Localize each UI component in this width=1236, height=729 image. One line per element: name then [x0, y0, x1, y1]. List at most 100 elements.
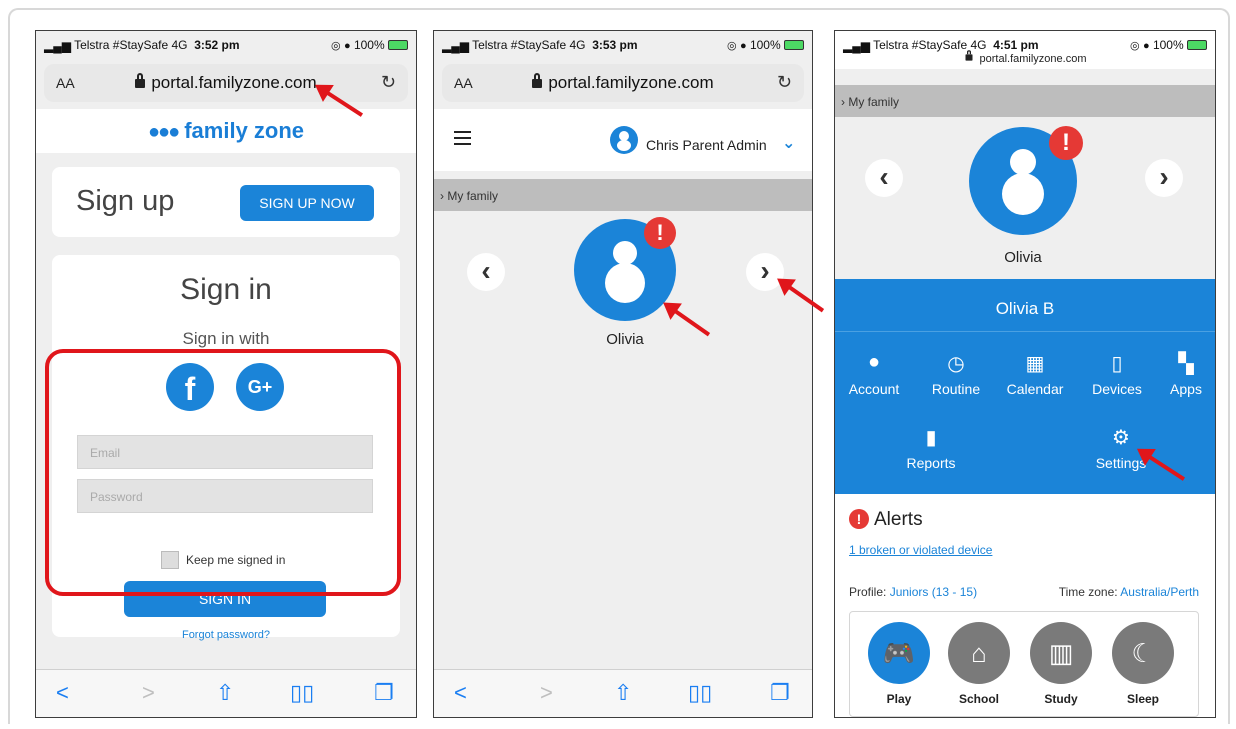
timezone-link[interactable]: Australia/Perth	[1120, 585, 1199, 599]
calendar-icon: ▦	[1025, 353, 1045, 375]
account-button[interactable]: ● Account	[837, 351, 911, 397]
bookmarks-icon[interactable]: ▯▯	[688, 680, 712, 706]
signup-title: Sign up	[76, 185, 175, 217]
play-mode-button[interactable]: 🎮 Play	[868, 622, 930, 706]
reports-button[interactable]: ▮ Reports	[891, 425, 971, 471]
battery-percent: 100%	[749, 38, 781, 52]
family-zone-logo: ●●● family zone	[148, 118, 304, 144]
app-header: Chris Parent Admin ⌄	[434, 109, 812, 171]
broken-device-link[interactable]: 1 broken or violated device	[849, 543, 992, 557]
apps-label: Apps	[1170, 381, 1202, 397]
network-label: 4G	[970, 38, 987, 52]
safari-toolbar: < > ⇧ ▯▯ ❐	[36, 669, 416, 717]
person-icon: ●	[867, 351, 881, 373]
sleep-mode-button[interactable]: ☾ Sleep	[1112, 622, 1174, 706]
battery-icon	[784, 40, 804, 50]
school-mode-button[interactable]: ⌂ School	[948, 622, 1010, 706]
breadcrumb[interactable]: › My family	[835, 85, 1215, 117]
profile-link[interactable]: Juniors (13 - 15)	[890, 585, 977, 599]
battery-icon	[1187, 40, 1207, 50]
devices-button[interactable]: ▯ Devices	[1085, 351, 1149, 397]
moon-icon: ☾	[1112, 622, 1174, 684]
child-full-name: Olivia B	[995, 299, 1055, 318]
address-bar[interactable]: AA portal.familyzone.com ↻	[442, 64, 804, 102]
signin-with-label: Sign in with	[182, 329, 270, 348]
alert-icon: !	[849, 509, 869, 529]
calendar-label: Calendar	[1006, 381, 1064, 397]
child-name[interactable]: Olivia	[574, 331, 676, 348]
menu-icon[interactable]	[454, 131, 471, 145]
status-bar: ▂▄▆ Telstra #StaySafe 4G 3:52 pm ◎ ● 100…	[36, 31, 416, 57]
address-bar[interactable]: AA portal.familyzone.com ↻	[44, 64, 408, 102]
url-text[interactable]: portal.familyzone.com	[980, 53, 1087, 65]
clock: 3:53 pm	[592, 38, 638, 52]
battery-icon	[388, 40, 408, 50]
signup-card: Sign up SIGN UP NOW	[52, 167, 400, 237]
routine-button[interactable]: ◷ Routine	[921, 351, 991, 397]
play-label: Play	[886, 692, 912, 706]
grid-icon: ▚	[1178, 353, 1194, 375]
url-text[interactable]: portal.familyzone.com	[548, 73, 713, 92]
profile-info: Profile: Juniors (13 - 15)	[849, 585, 977, 599]
url-text[interactable]: portal.familyzone.com	[151, 73, 316, 92]
share-icon[interactable]: ⇧	[614, 680, 632, 706]
breadcrumb-label: My family	[848, 95, 900, 109]
chevron-right-icon[interactable]: ›	[1145, 159, 1183, 197]
signal-icon: ▂▄▆	[442, 39, 469, 53]
tabs-icon[interactable]: ❐	[770, 680, 790, 706]
phone-family-screen: ▂▄▆ Telstra #StaySafe 4G 3:53 pm ◎ ● 100…	[433, 30, 813, 718]
alerts-title: Alerts	[874, 509, 923, 530]
clock: 4:51 pm	[993, 38, 1039, 52]
address-bar-compact[interactable]: portal.familyzone.com	[835, 50, 1215, 65]
share-icon[interactable]: ⇧	[216, 680, 234, 706]
forward-icon[interactable]: >	[540, 680, 553, 706]
tabs-icon[interactable]: ❐	[374, 680, 394, 706]
signup-now-button[interactable]: SIGN UP NOW	[240, 185, 374, 221]
calendar-button[interactable]: ▦ Calendar	[997, 351, 1073, 397]
apps-button[interactable]: ▚ Apps	[1161, 351, 1211, 397]
reports-label: Reports	[906, 455, 956, 471]
admin-name[interactable]: Chris Parent Admin	[646, 137, 767, 153]
lock-rotation-icon: ●	[739, 40, 747, 52]
alarm-icon: ◎	[727, 40, 737, 52]
alarm-icon: ◎	[331, 40, 341, 52]
forward-icon[interactable]: >	[142, 680, 155, 706]
carrier-label: Telstra #StaySafe	[873, 38, 968, 52]
alert-badge-icon: !	[644, 217, 676, 249]
lock-rotation-icon: ●	[1142, 40, 1150, 52]
chevron-left-icon[interactable]: ‹	[467, 253, 505, 291]
forgot-password-link[interactable]: Forgot password?	[52, 629, 400, 641]
bar-chart-icon: ▮	[925, 427, 937, 449]
routine-label: Routine	[931, 381, 981, 397]
signin-title: Sign in	[180, 273, 272, 306]
safari-toolbar: < > ⇧ ▯▯ ❐	[434, 669, 812, 717]
school-label: School	[958, 692, 999, 706]
lock-icon	[965, 50, 972, 61]
network-label: 4G	[171, 38, 188, 52]
reload-icon[interactable]: ↻	[777, 72, 792, 93]
admin-avatar-icon[interactable]	[610, 126, 638, 154]
chevron-down-icon[interactable]: ⌄	[782, 133, 795, 153]
breadcrumb[interactable]: › My family	[434, 179, 812, 211]
avatar-body	[605, 263, 645, 303]
avatar-head	[613, 241, 637, 265]
battery-percent: 100%	[353, 38, 385, 52]
logo-text: family zone	[184, 118, 305, 143]
bookmarks-icon[interactable]: ▯▯	[290, 680, 314, 706]
study-mode-button[interactable]: ▥ Study	[1030, 622, 1092, 706]
battery-percent: 100%	[1152, 38, 1184, 52]
chevron-left-icon[interactable]: ‹	[865, 159, 903, 197]
phone-icon: ▯	[1111, 353, 1123, 375]
avatar-body	[1002, 173, 1044, 215]
back-icon[interactable]: <	[454, 680, 467, 706]
child-name[interactable]: Olivia	[969, 249, 1077, 266]
reload-icon[interactable]: ↻	[381, 72, 396, 93]
people-icon: ●●●	[147, 121, 180, 143]
carrier-label: Telstra #StaySafe	[472, 38, 567, 52]
sleep-label: Sleep	[1126, 692, 1159, 706]
network-label: 4G	[569, 38, 586, 52]
devices-label: Devices	[1092, 381, 1142, 397]
carrier-label: Telstra #StaySafe	[74, 38, 169, 52]
back-icon[interactable]: <	[56, 680, 69, 706]
status-bar: ▂▄▆ Telstra #StaySafe 4G 3:53 pm ◎ ● 100…	[434, 31, 812, 57]
